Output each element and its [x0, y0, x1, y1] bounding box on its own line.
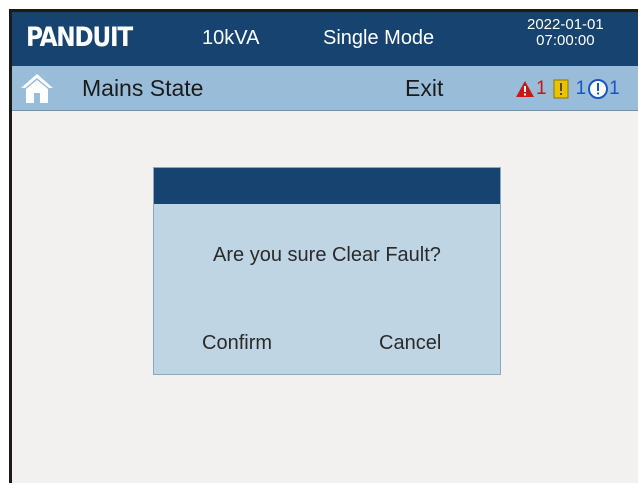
exit-button[interactable]: Exit: [405, 75, 443, 102]
cancel-button[interactable]: Cancel: [379, 332, 441, 355]
alarm-indicators[interactable]: 1 1 1: [515, 77, 626, 101]
panduit-logo: PANDUIT: [26, 22, 133, 53]
time-text: 07:00:00: [536, 32, 595, 49]
minor-alarm-count: 1: [575, 78, 587, 99]
critical-alarm-indicator[interactable]: 1: [515, 78, 547, 100]
operation-mode-label: Single Mode: [323, 27, 435, 49]
info-alarm-count: 1: [609, 78, 620, 99]
info-alarm-indicator[interactable]: 1 1: [575, 78, 620, 100]
top-status-bar: PANDUIT 10kVA Single Mode 2022-01-01 07:…: [12, 12, 638, 66]
yellow-alert-icon: [553, 79, 569, 99]
home-icon[interactable]: [20, 72, 54, 104]
capacity-label: 10kVA: [202, 27, 260, 49]
dialog-message: Are you sure Clear Fault?: [213, 244, 441, 266]
date-time-display: 2022-01-01 07:00:00: [527, 17, 604, 49]
confirm-button[interactable]: Confirm: [202, 332, 272, 355]
critical-alarm-count: 1: [536, 78, 547, 99]
dialog-header: [154, 168, 500, 204]
warning-triangle-icon: [516, 81, 534, 97]
confirm-dialog: Are you sure Clear Fault? Confirm Cancel: [153, 167, 501, 375]
date-text: 2022-01-01: [527, 16, 604, 33]
main-content: Are you sure Clear Fault? Confirm Cancel: [12, 111, 638, 483]
page-title: Mains State: [82, 75, 204, 101]
hmi-screen: PANDUIT 10kVA Single Mode 2022-01-01 07:…: [9, 9, 638, 483]
page-title-bar: Mains State Exit 1 1 1: [12, 66, 638, 111]
minor-alarm-indicator[interactable]: [553, 79, 569, 99]
info-circle-icon: [588, 79, 609, 99]
